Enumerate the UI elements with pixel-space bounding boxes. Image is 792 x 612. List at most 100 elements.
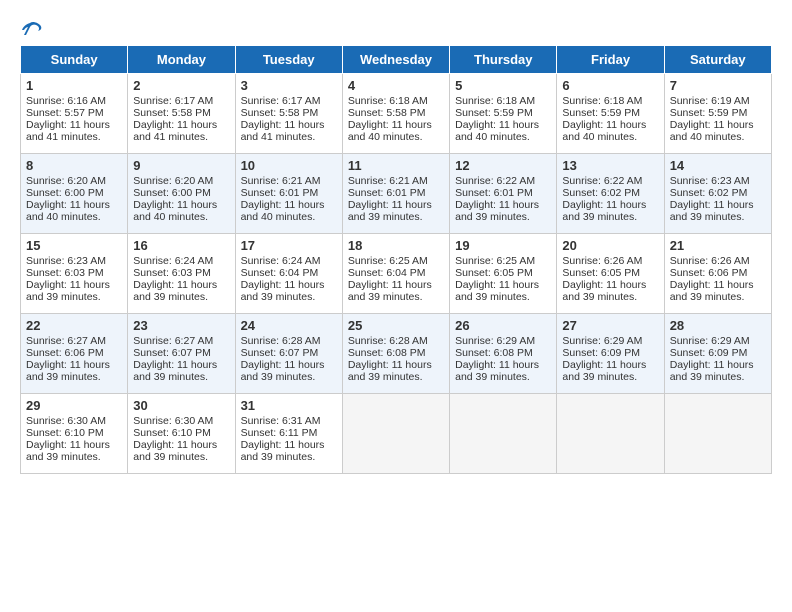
- day-number: 21: [670, 238, 766, 253]
- day-number: 3: [241, 78, 337, 93]
- daylight-text: Daylight: 11 hours and 39 minutes.: [670, 359, 754, 383]
- sunset-text: Sunset: 6:10 PM: [26, 427, 104, 439]
- sunrise-text: Sunrise: 6:18 AM: [562, 95, 642, 107]
- daylight-text: Daylight: 11 hours and 39 minutes.: [26, 279, 110, 303]
- sunset-text: Sunset: 6:06 PM: [26, 347, 104, 359]
- sunrise-text: Sunrise: 6:26 AM: [562, 255, 642, 267]
- calendar-day-cell: 16Sunrise: 6:24 AMSunset: 6:03 PMDayligh…: [128, 234, 235, 314]
- sunset-text: Sunset: 6:06 PM: [670, 267, 748, 279]
- calendar-day-cell: 28Sunrise: 6:29 AMSunset: 6:09 PMDayligh…: [664, 314, 771, 394]
- calendar-day-cell: 18Sunrise: 6:25 AMSunset: 6:04 PMDayligh…: [342, 234, 449, 314]
- sunset-text: Sunset: 6:02 PM: [670, 187, 748, 199]
- calendar-day-cell: 30 Sunrise: 6:30 AMSunset: 6:10 PMDayligh…: [128, 394, 235, 474]
- daylight-text: Daylight: 11 hours and 41 minutes.: [26, 119, 110, 143]
- sunrise-text: Sunrise: 6:27 AM: [26, 335, 106, 347]
- day-number: 16: [133, 238, 229, 253]
- calendar-day-cell: 20Sunrise: 6:26 AMSunset: 6:05 PMDayligh…: [557, 234, 664, 314]
- day-number: 10: [241, 158, 337, 173]
- day-number: 9: [133, 158, 229, 173]
- sunset-text: Sunset: 5:58 PM: [241, 107, 319, 119]
- calendar-day-cell: 31Sunrise: 6:31 AMSunset: 6:11 PMDayligh…: [235, 394, 342, 474]
- daylight-text: Daylight: 11 hours and 40 minutes.: [455, 119, 539, 143]
- daylight-text: Daylight: 11 hours and 39 minutes.: [562, 279, 646, 303]
- sunrise-text: Sunrise: 6:21 AM: [241, 175, 321, 187]
- sunset-text: Sunset: 6:00 PM: [26, 187, 104, 199]
- daylight-text: Daylight: 11 hours and 41 minutes.: [241, 119, 325, 143]
- calendar-day-cell: 17Sunrise: 6:24 AMSunset: 6:04 PMDayligh…: [235, 234, 342, 314]
- calendar-day-cell: [664, 394, 771, 474]
- sunset-text: Sunset: 6:05 PM: [455, 267, 533, 279]
- sunrise-text: Sunrise: 6:21 AM: [348, 175, 428, 187]
- sunset-text: Sunset: 6:07 PM: [241, 347, 319, 359]
- daylight-text: Daylight: 11 hours and 39 minutes.: [241, 279, 325, 303]
- sunrise-text: Sunrise: 6:30 AM: [133, 415, 213, 427]
- sunset-text: Sunset: 6:00 PM: [133, 187, 211, 199]
- sunrise-text: Sunrise: 6:29 AM: [562, 335, 642, 347]
- calendar-day-header: Monday: [128, 46, 235, 74]
- daylight-text: Daylight: 11 hours and 39 minutes.: [241, 359, 325, 383]
- sunrise-text: Sunrise: 6:22 AM: [455, 175, 535, 187]
- day-number: 30: [133, 398, 229, 413]
- day-number: 1: [26, 78, 122, 93]
- daylight-text: Daylight: 11 hours and 39 minutes.: [455, 199, 539, 223]
- calendar-day-cell: [557, 394, 664, 474]
- daylight-text: Daylight: 11 hours and 39 minutes.: [670, 279, 754, 303]
- calendar-day-header: Thursday: [450, 46, 557, 74]
- day-number: 18: [348, 238, 444, 253]
- calendar-day-cell: 2Sunrise: 6:17 AMSunset: 5:58 PMDaylight…: [128, 74, 235, 154]
- day-number: 4: [348, 78, 444, 93]
- calendar-day-cell: [342, 394, 449, 474]
- sunset-text: Sunset: 5:59 PM: [455, 107, 533, 119]
- day-number: 8: [26, 158, 122, 173]
- day-number: 22: [26, 318, 122, 333]
- daylight-text: Daylight: 11 hours and 41 minutes.: [133, 119, 217, 143]
- daylight-text: Daylight: 11 hours and 39 minutes.: [348, 279, 432, 303]
- sunset-text: Sunset: 6:08 PM: [348, 347, 426, 359]
- calendar-day-header: Wednesday: [342, 46, 449, 74]
- sunset-text: Sunset: 6:04 PM: [348, 267, 426, 279]
- daylight-text: Daylight: 11 hours and 39 minutes.: [133, 359, 217, 383]
- calendar-day-cell: 27Sunrise: 6:29 AMSunset: 6:09 PMDayligh…: [557, 314, 664, 394]
- daylight-text: Daylight: 11 hours and 40 minutes.: [133, 199, 217, 223]
- day-number: 25: [348, 318, 444, 333]
- page-container: SundayMondayTuesdayWednesdayThursdayFrid…: [20, 20, 772, 474]
- logo: [20, 20, 44, 39]
- calendar-day-header: Tuesday: [235, 46, 342, 74]
- sunrise-text: Sunrise: 6:29 AM: [670, 335, 750, 347]
- sunrise-text: Sunrise: 6:20 AM: [26, 175, 106, 187]
- calendar-day-cell: 15 Sunrise: 6:23 AMSunset: 6:03 PMDayligh…: [21, 234, 128, 314]
- sunrise-text: Sunrise: 6:17 AM: [133, 95, 213, 107]
- sunrise-text: Sunrise: 6:24 AM: [133, 255, 213, 267]
- sunset-text: Sunset: 6:09 PM: [562, 347, 640, 359]
- calendar-header-row: SundayMondayTuesdayWednesdayThursdayFrid…: [21, 46, 772, 74]
- sunset-text: Sunset: 6:03 PM: [26, 267, 104, 279]
- day-number: 12: [455, 158, 551, 173]
- day-number: 26: [455, 318, 551, 333]
- day-number: 15: [26, 238, 122, 253]
- calendar-day-cell: 25Sunrise: 6:28 AMSunset: 6:08 PMDayligh…: [342, 314, 449, 394]
- calendar-day-cell: 19Sunrise: 6:25 AMSunset: 6:05 PMDayligh…: [450, 234, 557, 314]
- calendar-week-row: 15Sunrise: 6:23 AMSunset: 6:03 PMDayligh…: [21, 234, 772, 314]
- calendar-day-header: Sunday: [21, 46, 128, 74]
- sunrise-text: Sunrise: 6:19 AM: [670, 95, 750, 107]
- day-number: 29: [26, 398, 122, 413]
- sunrise-text: Sunrise: 6:28 AM: [348, 335, 428, 347]
- calendar-day-cell: 29Sunrise: 6:30 AMSunset: 6:10 PMDayligh…: [21, 394, 128, 474]
- sunrise-text: Sunrise: 6:24 AM: [241, 255, 321, 267]
- calendar-day-cell: 7Sunrise: 6:19 AMSunset: 5:59 PMDaylight…: [664, 74, 771, 154]
- calendar-day-cell: 11Sunrise: 6:21 AMSunset: 6:01 PMDayligh…: [342, 154, 449, 234]
- calendar-week-row: 29Sunrise: 6:30 AMSunset: 6:10 PMDayligh…: [21, 394, 772, 474]
- header: [20, 20, 772, 39]
- calendar-week-row: 8Sunrise: 6:20 AMSunset: 6:00 PMDaylight…: [21, 154, 772, 234]
- sunset-text: Sunset: 5:58 PM: [133, 107, 211, 119]
- sunset-text: Sunset: 6:07 PM: [133, 347, 211, 359]
- daylight-text: Daylight: 11 hours and 39 minutes.: [133, 439, 217, 463]
- calendar-week-row: 22Sunrise: 6:27 AMSunset: 6:06 PMDayligh…: [21, 314, 772, 394]
- calendar-day-cell: 22Sunrise: 6:27 AMSunset: 6:06 PMDayligh…: [21, 314, 128, 394]
- daylight-text: Daylight: 11 hours and 40 minutes.: [348, 119, 432, 143]
- sunset-text: Sunset: 6:10 PM: [133, 427, 211, 439]
- sunset-text: Sunset: 6:01 PM: [241, 187, 319, 199]
- calendar-day-header: Saturday: [664, 46, 771, 74]
- sunrise-text: Sunrise: 6:27 AM: [133, 335, 213, 347]
- sunrise-text: Sunrise: 6:23 AM: [26, 255, 106, 267]
